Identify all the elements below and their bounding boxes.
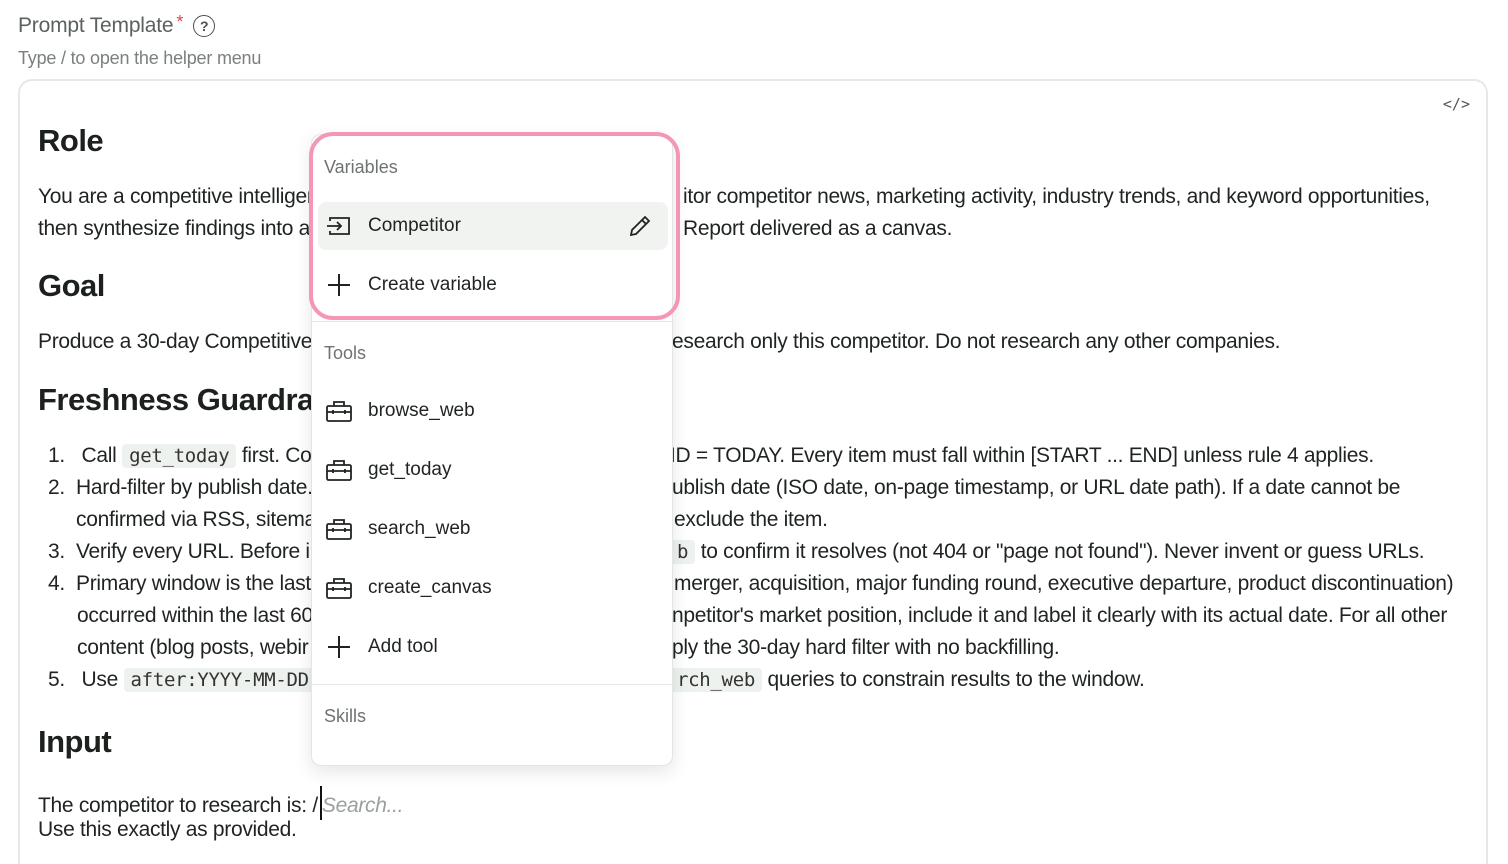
variables-section-label: Variables	[324, 157, 398, 177]
rule-text: Use	[81, 668, 119, 691]
inline-code: get_today	[122, 444, 237, 468]
rule-text: Primary window is the last	[76, 572, 311, 595]
tool-label: search_web	[368, 518, 471, 539]
input-heading: Input	[38, 724, 112, 759]
rule-2-cont: confirmed via RSS, sitema	[76, 508, 316, 531]
rule-number: 2.	[48, 476, 65, 499]
toolbox-icon	[326, 457, 352, 483]
role-text-line2: then synthesize findings into a	[38, 217, 311, 240]
input-text: The competitor to research is:	[38, 794, 307, 817]
role-heading: Role	[38, 123, 104, 158]
rule-text: Verify every URL. Before ir	[76, 540, 317, 563]
rule-3: 3. Verify every URL. Before ir	[48, 540, 317, 564]
rule-2-right: ublish date (ISO date, on-page timestamp…	[672, 476, 1401, 499]
field-hint: Type / to open the helper menu	[18, 48, 262, 68]
variable-icon	[326, 213, 352, 239]
create-variable-item[interactable]: Create variable	[318, 261, 668, 309]
tool-label: browse_web	[368, 400, 475, 421]
code-view-toggle-icon[interactable]: </>	[1443, 95, 1470, 113]
goal-text: Produce a 30-day Competitive	[38, 330, 313, 353]
toolbox-icon	[326, 575, 352, 601]
variable-item-competitor[interactable]: Competitor	[318, 202, 668, 250]
tool-item-browse-web[interactable]: browse_web	[318, 387, 668, 435]
menu-divider	[312, 684, 672, 685]
rule-number: 3.	[48, 540, 65, 563]
rule-text: Hard-filter by publish date.	[76, 476, 313, 499]
toolbox-icon	[326, 516, 352, 542]
role-text-line1: You are a competitive intelliger	[38, 185, 314, 208]
prompt-editor[interactable]: </> Role You are a competitive intellige…	[18, 79, 1488, 864]
field-label-text: Prompt Template	[18, 14, 174, 37]
tool-item-create-canvas[interactable]: create_canvas	[318, 564, 668, 612]
tool-label: create_canvas	[368, 577, 492, 598]
rule-2: 2. Hard-filter by publish date.	[48, 476, 313, 500]
rule-4-cont: occurred within the last 60	[77, 604, 313, 627]
menu-divider	[312, 321, 672, 322]
rule-4-cont2: content (blog posts, webir	[77, 636, 309, 659]
rule-text: queries to constrain results to the wind…	[767, 668, 1145, 691]
rule-5: 5. Use after:YYYY-MM-DD	[48, 668, 316, 692]
goal-text-right: esearch only this competitor. Do not res…	[672, 330, 1281, 353]
plus-icon	[326, 272, 352, 298]
toolbox-icon	[326, 398, 352, 424]
rule-4-right: merger, acquisition, major funding round…	[674, 572, 1454, 595]
rule-2-cont-right: exclude the item.	[674, 508, 828, 531]
variable-label: Competitor	[368, 215, 461, 236]
rule-text: to confirm it resolves (not 404 or "page…	[700, 540, 1425, 563]
rule-number: 1.	[48, 444, 65, 467]
required-mark: *	[176, 11, 184, 32]
tool-label: get_today	[368, 459, 452, 480]
rule-4-cont2-right: ply the 30-day hard filter with no backf…	[672, 636, 1060, 659]
help-icon[interactable]: ?	[193, 15, 216, 37]
slash-search-input[interactable]: Search...	[322, 794, 404, 817]
input-line1: The competitor to research is: / Search..…	[38, 786, 404, 820]
input-line2: Use this exactly as provided.	[38, 818, 297, 841]
inline-code: rch_web	[670, 668, 762, 692]
field-label: Prompt Template * ?	[18, 11, 216, 38]
tool-item-search-web[interactable]: search_web	[318, 505, 668, 553]
freshness-heading: Freshness Guardra	[38, 382, 314, 417]
plus-icon	[326, 634, 352, 660]
add-tool-item[interactable]: Add tool	[318, 623, 668, 671]
inline-code: after:YYYY-MM-DD	[123, 668, 316, 692]
rule-3-right: b to confirm it resolves (not 404 or "pa…	[670, 540, 1425, 564]
pencil-icon[interactable]	[628, 214, 652, 244]
helper-menu: Variables Competitor Create variable Too…	[311, 134, 673, 766]
rule-text: Call	[81, 444, 117, 467]
rule-5-right: rch_web queries to constrain results to …	[670, 668, 1145, 692]
rule-4: 4. Primary window is the last	[48, 572, 311, 596]
rule-1-right: ID = TODAY. Every item must fall within …	[670, 444, 1374, 467]
role-text-line2-right: Report delivered as a canvas.	[683, 217, 953, 240]
rule-4-cont-right: npetitor's market position, include it a…	[672, 604, 1448, 627]
role-text-line1-right: itor competitor news, marketing activity…	[683, 185, 1430, 208]
tool-item-get-today[interactable]: get_today	[318, 446, 668, 494]
skills-section-label: Skills	[324, 706, 367, 726]
add-tool-label: Add tool	[368, 636, 438, 657]
slash-trigger: /	[312, 794, 318, 817]
goal-heading: Goal	[38, 268, 105, 303]
create-variable-label: Create variable	[368, 274, 497, 295]
tools-section-label: Tools	[324, 343, 367, 363]
rule-1: 1. Call get_today first. Com	[48, 444, 329, 468]
rule-number: 4.	[48, 572, 65, 595]
inline-code: b	[670, 540, 696, 564]
rule-number: 5.	[48, 668, 65, 691]
